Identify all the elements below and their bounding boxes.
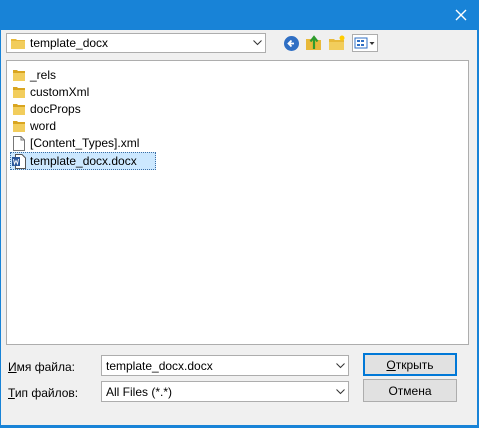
folder-icon bbox=[11, 101, 27, 117]
folder-icon bbox=[11, 118, 27, 134]
list-item-label: customXml bbox=[30, 85, 90, 99]
file-icon bbox=[11, 135, 27, 151]
list-item[interactable]: customXml bbox=[11, 84, 89, 100]
filetype-combo[interactable]: All Files (*.*) bbox=[101, 381, 349, 402]
chevron-down-icon[interactable] bbox=[249, 40, 265, 46]
close-button[interactable] bbox=[443, 0, 479, 30]
open-button[interactable]: Открыть bbox=[363, 353, 457, 376]
filename-label: Имя файла: bbox=[8, 360, 75, 374]
filename-combo[interactable]: template_docx.docx bbox=[101, 355, 349, 376]
back-button[interactable] bbox=[282, 34, 300, 52]
list-item[interactable]: [Content_Types].xml bbox=[11, 135, 139, 151]
list-item-label: word bbox=[30, 119, 57, 133]
list-item-label: docProps bbox=[30, 102, 81, 116]
view-menu-icon bbox=[354, 37, 375, 49]
filetype-value: All Files (*.*) bbox=[106, 384, 173, 399]
list-item-label: [Content_Types].xml bbox=[30, 136, 140, 150]
look-in-value: template_docx bbox=[30, 36, 109, 50]
chevron-down-icon[interactable] bbox=[332, 362, 348, 369]
back-arrow-icon bbox=[283, 35, 299, 51]
list-item[interactable]: word bbox=[11, 118, 56, 134]
list-item-selected[interactable]: template_docx.docx bbox=[10, 152, 156, 170]
chevron-down-icon[interactable] bbox=[332, 388, 348, 395]
file-list[interactable]: _rels customXml docProps word [Content_T… bbox=[6, 60, 469, 345]
folder-icon bbox=[11, 39, 25, 49]
look-in-combo[interactable]: template_docx bbox=[6, 33, 266, 53]
list-item[interactable]: _rels bbox=[11, 67, 56, 83]
close-icon bbox=[455, 9, 467, 21]
word-document-icon bbox=[11, 153, 27, 169]
title-bar bbox=[0, 0, 479, 30]
view-menu-button[interactable] bbox=[352, 34, 378, 52]
up-folder-icon bbox=[306, 35, 321, 50]
cancel-button[interactable]: Отмена bbox=[363, 379, 457, 402]
folder-icon bbox=[11, 84, 27, 100]
up-folder-button[interactable] bbox=[305, 34, 323, 52]
folder-icon bbox=[11, 67, 27, 83]
filename-input[interactable]: template_docx.docx bbox=[106, 359, 332, 373]
new-folder-icon bbox=[329, 35, 345, 50]
window-border-left bbox=[0, 30, 1, 426]
list-item[interactable]: docProps bbox=[11, 101, 81, 117]
list-item-label: _rels bbox=[30, 68, 57, 82]
list-item-label: template_docx.docx bbox=[30, 154, 137, 168]
new-folder-button[interactable] bbox=[328, 34, 346, 52]
filetype-label: Тип файлов: bbox=[8, 386, 79, 400]
